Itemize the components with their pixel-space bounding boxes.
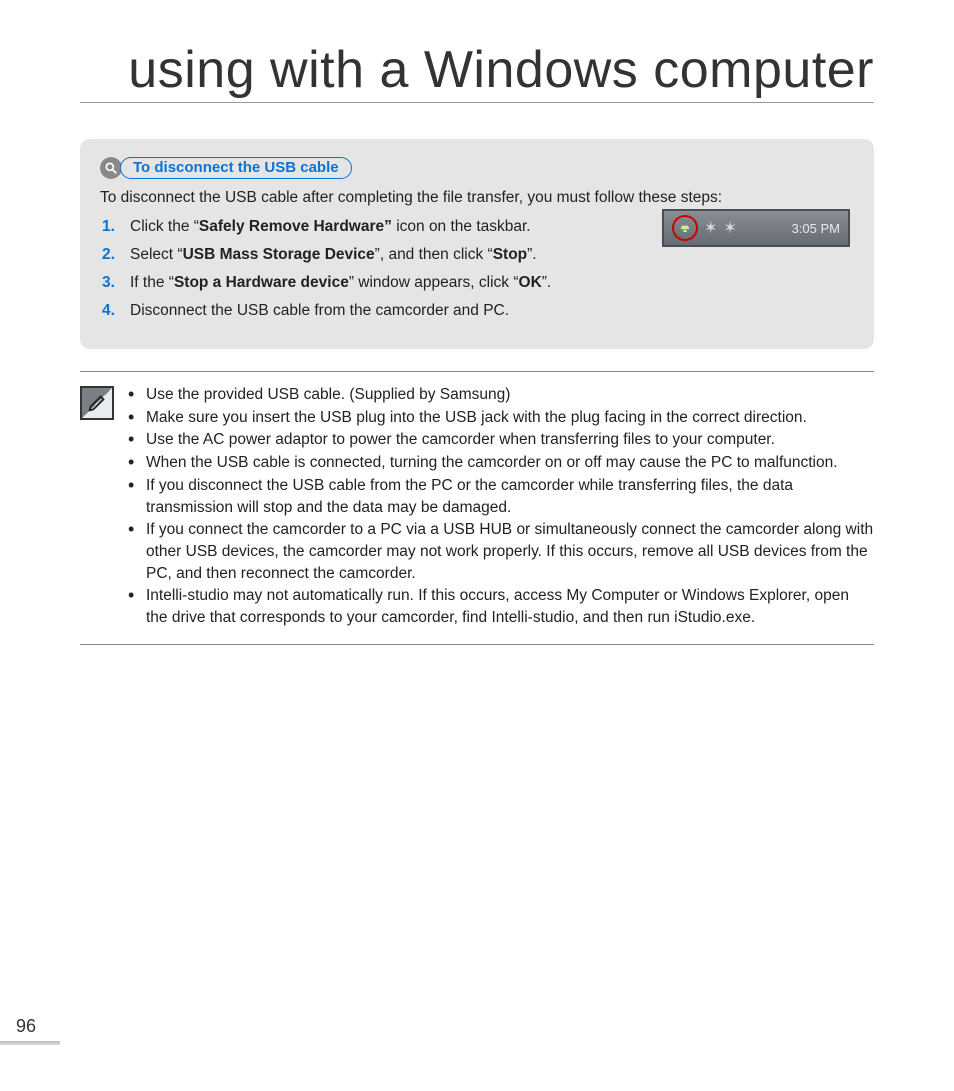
page-title: using with a Windows computer bbox=[80, 40, 874, 103]
tray-icon: ✶ bbox=[704, 218, 717, 238]
search-icon bbox=[100, 157, 122, 179]
note-item: If you connect the camcorder to a PC via… bbox=[128, 519, 874, 584]
note-item: If you disconnect the USB cable from the… bbox=[128, 475, 874, 518]
step-item: If the “Stop a Hardware device” window a… bbox=[102, 271, 854, 295]
note-item: Use the AC power adaptor to power the ca… bbox=[128, 429, 874, 451]
callout-header: To disconnect the USB cable bbox=[100, 157, 352, 179]
safely-remove-icon bbox=[672, 215, 698, 241]
note-item: Use the provided USB cable. (Supplied by… bbox=[128, 384, 874, 406]
note-item: When the USB cable is connected, turning… bbox=[128, 452, 874, 474]
page-number: 96 bbox=[16, 1016, 36, 1037]
step-item: Disconnect the USB cable from the camcor… bbox=[102, 299, 854, 323]
tray-icon: ✶ bbox=[723, 218, 736, 238]
page-number-rule bbox=[0, 1041, 60, 1045]
taskbar-screenshot: ✶ ✶ 3:05 PM bbox=[662, 209, 850, 247]
notes-section: Use the provided USB cable. (Supplied by… bbox=[80, 371, 874, 645]
callout-box: To disconnect the USB cable To disconnec… bbox=[80, 139, 874, 349]
callout-intro: To disconnect the USB cable after comple… bbox=[100, 189, 854, 207]
notes-list: Use the provided USB cable. (Supplied by… bbox=[128, 384, 874, 630]
callout-heading: To disconnect the USB cable bbox=[120, 157, 352, 179]
note-item: Make sure you insert the USB plug into t… bbox=[128, 407, 874, 429]
note-item: Intelli-studio may not automatically run… bbox=[128, 585, 874, 628]
note-icon bbox=[80, 386, 114, 420]
tray-clock: 3:05 PM bbox=[792, 221, 840, 236]
